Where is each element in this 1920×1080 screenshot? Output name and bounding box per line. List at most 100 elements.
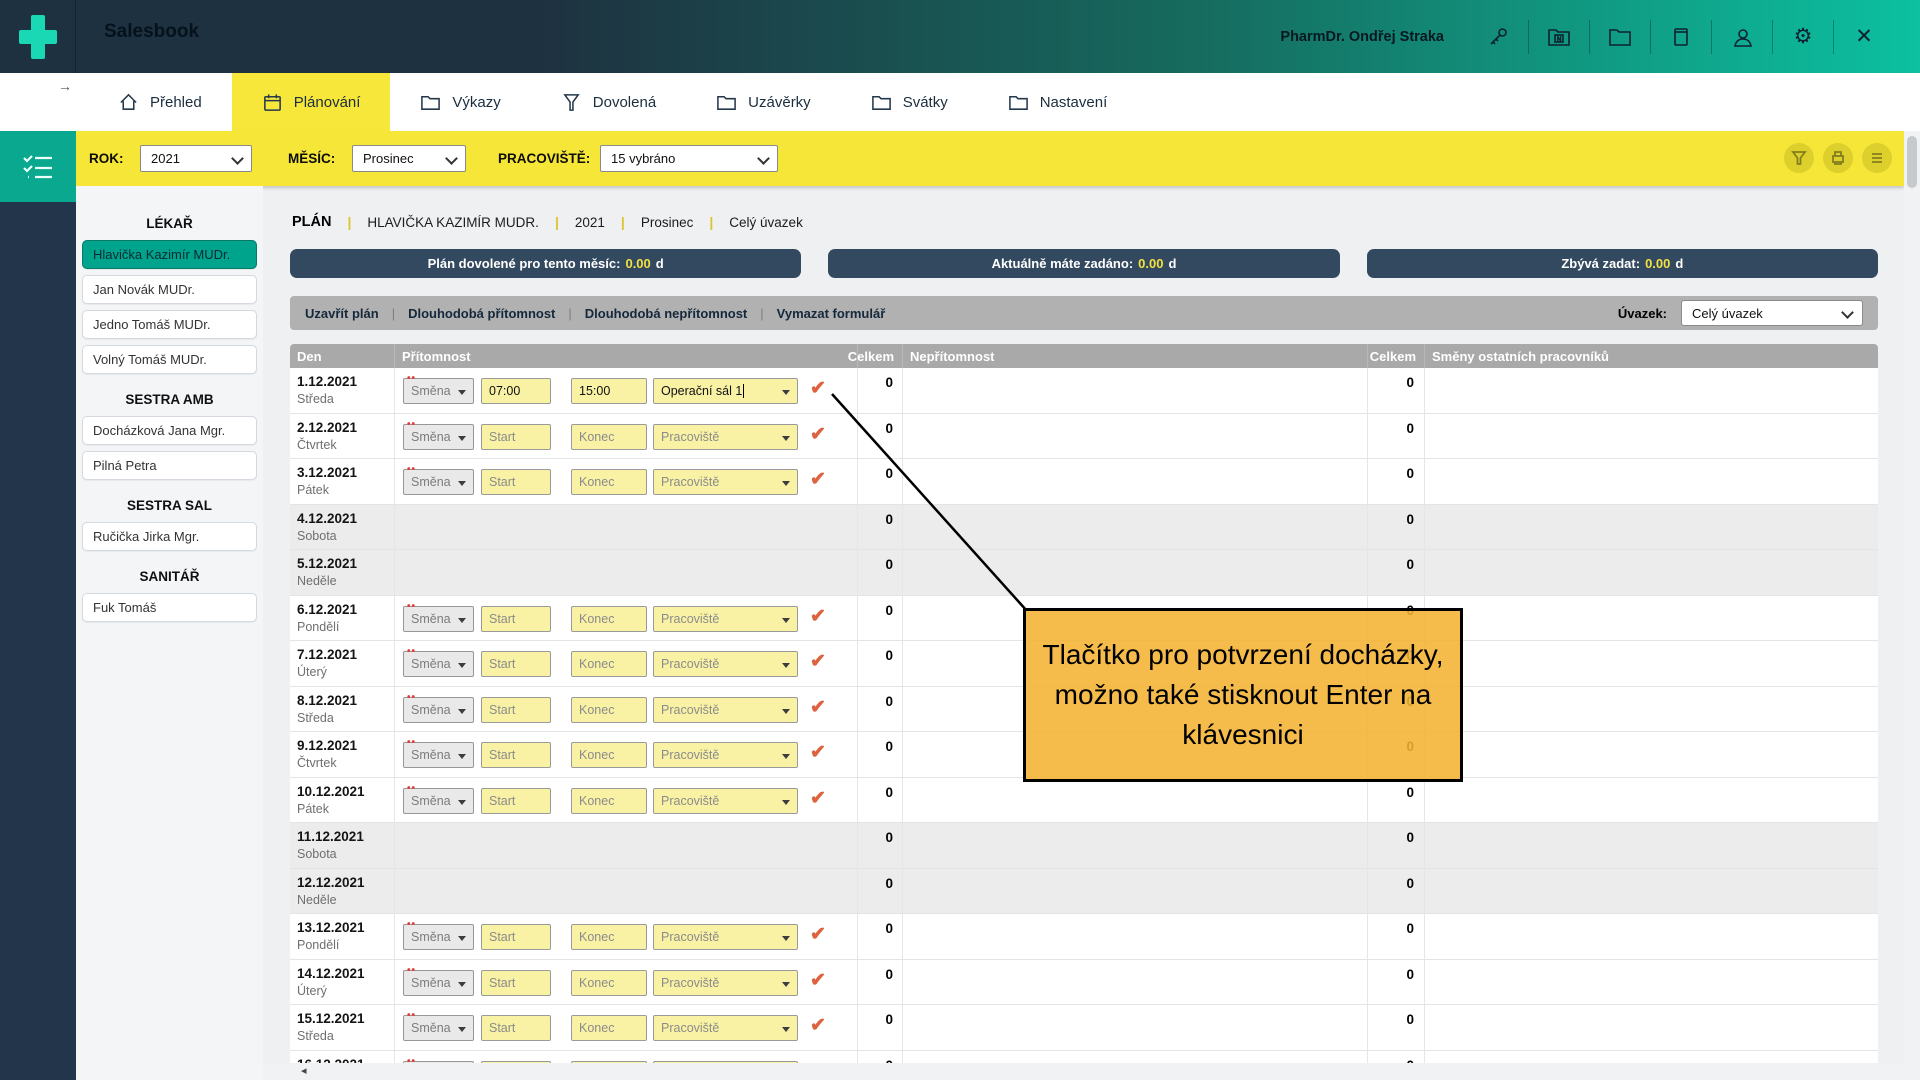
confirm-check-icon[interactable]: ✔: [810, 607, 826, 626]
shift-type-select[interactable]: •• Směna: [403, 424, 474, 450]
tab-svátky[interactable]: Svátky: [841, 73, 978, 131]
start-time-input[interactable]: [481, 469, 551, 495]
confirm-check-icon[interactable]: ✔: [810, 971, 826, 990]
toolbar-action-button[interactable]: Vymazat formulář: [777, 306, 886, 321]
breadcrumb-item[interactable]: HLAVIČKA KAZIMÍR MUDR.: [367, 215, 539, 230]
workplace-select[interactable]: •• Pracoviště: [653, 788, 798, 814]
shift-type-select[interactable]: •• Směna: [403, 651, 474, 677]
end-time-input[interactable]: [571, 424, 647, 450]
nav-arrow-icon[interactable]: →: [58, 78, 72, 94]
workplace-filter-select[interactable]: 15 vybráno: [600, 145, 778, 172]
confirm-check-icon[interactable]: ✔: [810, 925, 826, 944]
folder-icon[interactable]: [1590, 26, 1650, 48]
workplace-select[interactable]: •• Pracoviště: [653, 651, 798, 677]
sidebar-staff-item[interactable]: Jedno Tomáš MUDr.: [82, 310, 257, 339]
end-time-input[interactable]: [571, 970, 647, 996]
planning-list-icon[interactable]: [0, 131, 76, 202]
tab-plánování[interactable]: Plánování: [232, 73, 391, 131]
tab-nastavení[interactable]: Nastavení: [978, 73, 1138, 131]
folder-n-icon[interactable]: N: [1529, 26, 1589, 48]
shift-type-select[interactable]: •• Směna: [403, 378, 474, 404]
shift-type-select[interactable]: •• Směna: [403, 697, 474, 723]
workplace-select[interactable]: •• Pracoviště: [653, 424, 798, 450]
end-time-input[interactable]: [571, 742, 647, 768]
sidebar-staff-item[interactable]: Pilná Petra: [82, 451, 257, 480]
tab-uzávěrky[interactable]: Uzávěrky: [686, 73, 841, 131]
confirm-check-icon[interactable]: ✔: [810, 470, 826, 489]
workplace-select[interactable]: •• Pracoviště: [653, 606, 798, 632]
frame-icon[interactable]: [1651, 26, 1711, 48]
month-select[interactable]: Prosinec: [352, 145, 466, 172]
end-time-input[interactable]: [571, 788, 647, 814]
start-time-input[interactable]: [481, 924, 551, 950]
breadcrumb-item[interactable]: 2021: [575, 215, 605, 230]
toolbar-action-button[interactable]: Dlouhodobá přítomnost: [408, 306, 555, 321]
workplace-select[interactable]: •• Pracoviště: [653, 469, 798, 495]
workplace-select[interactable]: •• Operační sál 1: [653, 378, 798, 404]
key-icon[interactable]: [1468, 26, 1528, 48]
start-time-input[interactable]: [481, 651, 551, 677]
sidebar-staff-item[interactable]: Volný Tomáš MUDr.: [82, 345, 257, 374]
breadcrumb-item[interactable]: PLÁN: [292, 214, 331, 230]
end-time-input[interactable]: [571, 1015, 647, 1041]
start-time-input[interactable]: [481, 378, 551, 404]
print-circle-button[interactable]: [1823, 143, 1853, 173]
end-time-input[interactable]: [571, 606, 647, 632]
tab-přehled[interactable]: Přehled: [88, 73, 232, 131]
sidebar-staff-item[interactable]: Fuk Tomáš: [82, 593, 257, 622]
breadcrumb-item[interactable]: Celý úvazek: [729, 215, 803, 230]
confirm-check-icon[interactable]: ✔: [810, 652, 826, 671]
horizontal-scrollbar[interactable]: ◂: [263, 1063, 1904, 1080]
end-time-input[interactable]: [571, 697, 647, 723]
workplace-select[interactable]: •• Pracoviště: [653, 697, 798, 723]
confirm-check-icon[interactable]: ✔: [810, 425, 826, 444]
shift-type-select[interactable]: •• Směna: [403, 788, 474, 814]
shift-type-select[interactable]: •• Směna: [403, 924, 474, 950]
tab-výkazy[interactable]: Výkazy: [390, 73, 530, 131]
close-icon[interactable]: ✕: [1834, 26, 1894, 47]
gear-icon[interactable]: ⚙: [1773, 26, 1833, 47]
confirm-check-icon[interactable]: ✔: [810, 379, 826, 398]
tab-dovolená[interactable]: Dovolená: [531, 73, 686, 131]
end-time-input[interactable]: [571, 469, 647, 495]
workplace-select[interactable]: •• Pracoviště: [653, 1015, 798, 1041]
toolbar-action-button[interactable]: Uzavřít plán: [305, 306, 379, 321]
sidebar-staff-item[interactable]: Docházková Jana Mgr.: [82, 416, 257, 445]
sidebar-staff-item[interactable]: Jan Novák MUDr.: [82, 275, 257, 304]
sidebar-staff-item[interactable]: Ručička Jirka Mgr.: [82, 522, 257, 551]
shift-type-select[interactable]: •• Směna: [403, 469, 474, 495]
shift-type-select[interactable]: •• Směna: [403, 1015, 474, 1041]
filter-circle-button[interactable]: [1784, 143, 1814, 173]
start-time-input[interactable]: [481, 742, 551, 768]
end-time-input[interactable]: [571, 651, 647, 677]
shift-type-select[interactable]: •• Směna: [403, 970, 474, 996]
workplace-select[interactable]: •• Pracoviště: [653, 742, 798, 768]
confirm-check-icon[interactable]: ✔: [810, 698, 826, 717]
start-time-input[interactable]: [481, 788, 551, 814]
start-time-input[interactable]: [481, 970, 551, 996]
breadcrumb-item[interactable]: Prosinec: [641, 215, 694, 230]
absence-cell: [903, 459, 1368, 504]
sidebar-staff-item[interactable]: Hlavička Kazimír MUDr.: [82, 240, 257, 269]
vertical-scrollbar-thumb[interactable]: [1907, 136, 1917, 188]
confirm-check-icon[interactable]: ✔: [810, 1016, 826, 1035]
end-time-input[interactable]: [571, 378, 647, 404]
workplace-select[interactable]: •• Pracoviště: [653, 924, 798, 950]
start-time-input[interactable]: [481, 606, 551, 632]
vertical-scrollbar[interactable]: [1904, 131, 1920, 1080]
start-time-input[interactable]: [481, 1015, 551, 1041]
year-select[interactable]: 2021: [140, 145, 252, 172]
scroll-left-arrow-icon[interactable]: ◂: [301, 1066, 307, 1077]
shift-type-select[interactable]: •• Směna: [403, 742, 474, 768]
menu-circle-button[interactable]: [1862, 143, 1892, 173]
end-time-input[interactable]: [571, 924, 647, 950]
workplace-select[interactable]: •• Pracoviště: [653, 970, 798, 996]
uvazek-select[interactable]: Celý úvazek: [1681, 300, 1863, 326]
confirm-check-icon[interactable]: ✔: [810, 789, 826, 808]
confirm-check-icon[interactable]: ✔: [810, 743, 826, 762]
user-icon[interactable]: [1712, 26, 1772, 48]
start-time-input[interactable]: [481, 424, 551, 450]
toolbar-action-button[interactable]: Dlouhodobá nepřítomnost: [585, 306, 747, 321]
start-time-input[interactable]: [481, 697, 551, 723]
shift-type-select[interactable]: •• Směna: [403, 606, 474, 632]
